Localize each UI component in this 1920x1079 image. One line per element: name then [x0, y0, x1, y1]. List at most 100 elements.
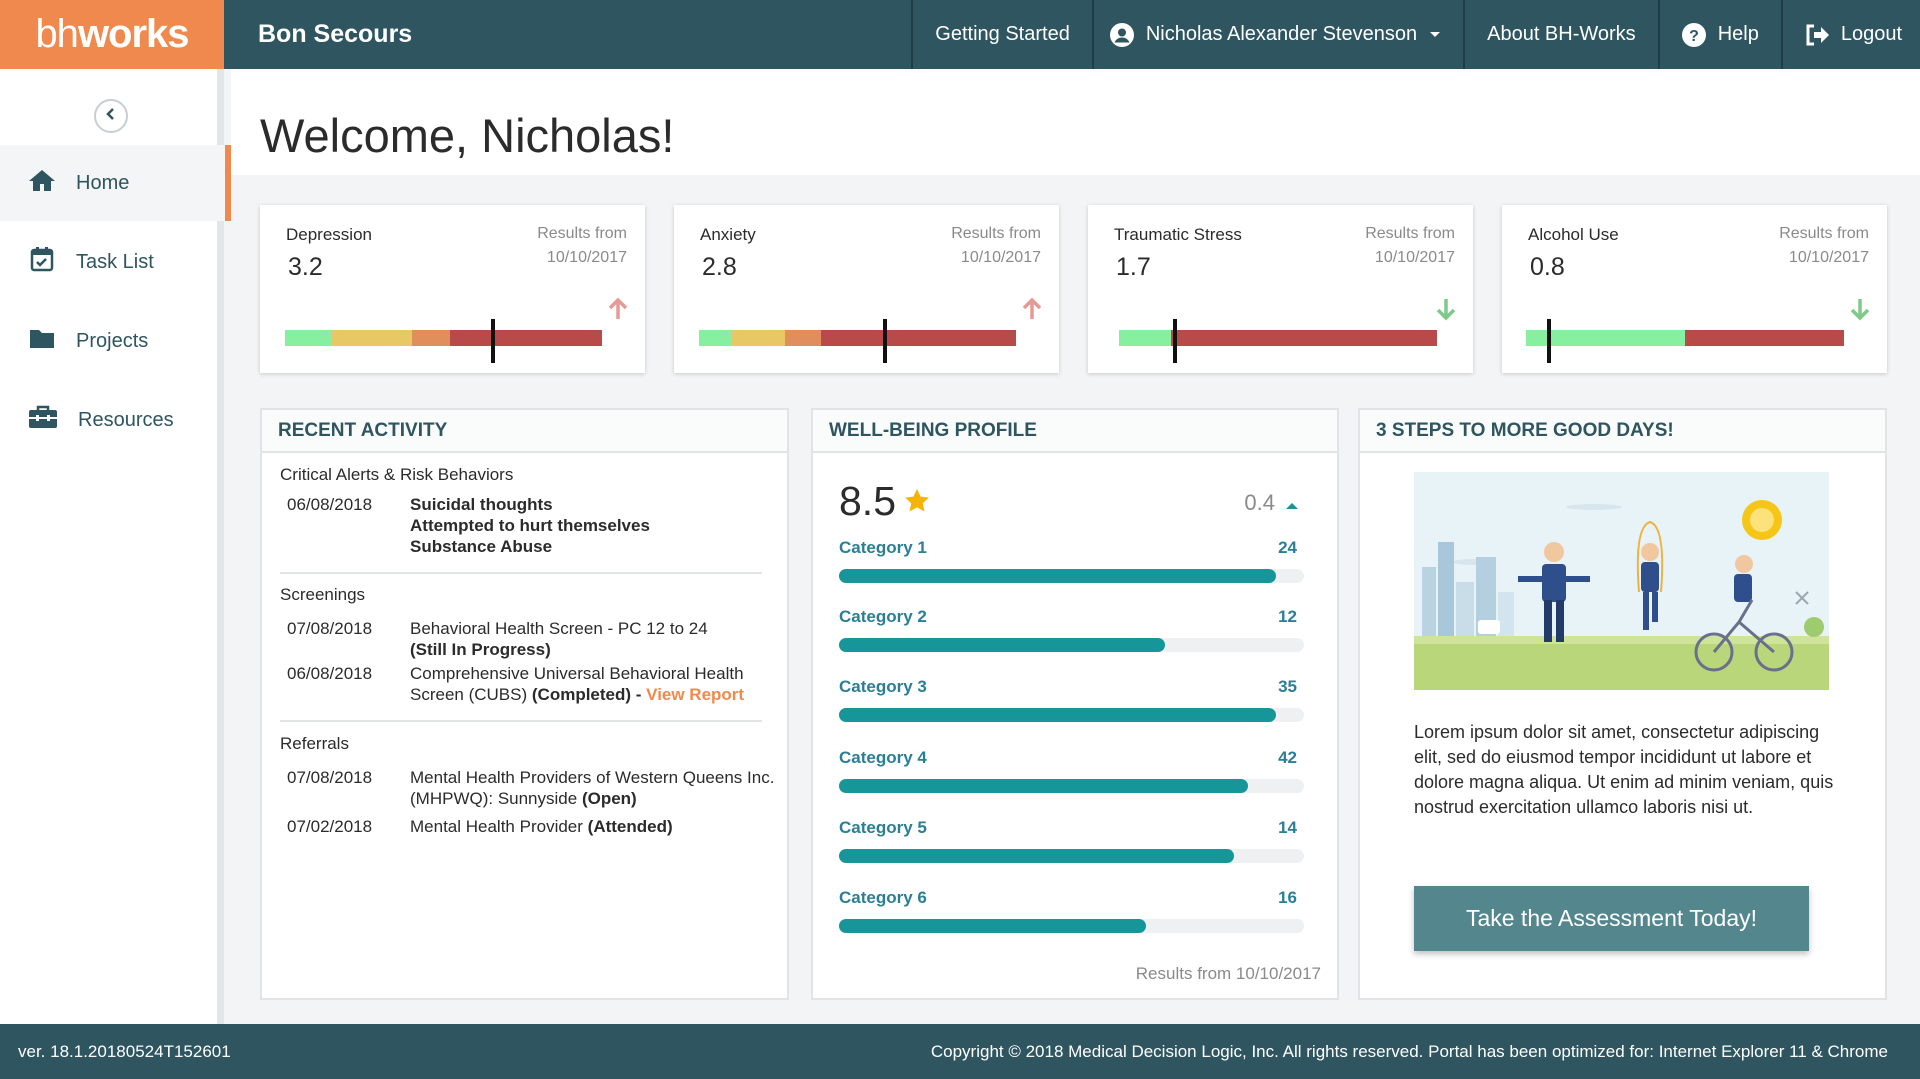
- score-marker: [1547, 319, 1551, 363]
- user-avatar-icon: [1109, 22, 1134, 47]
- category-bar-fill: [839, 919, 1146, 933]
- category-bar-fill: [839, 849, 1235, 863]
- getting-started-label: Getting Started: [935, 23, 1070, 45]
- calendar-check-icon: [28, 246, 56, 278]
- footer: ver. 18.1.20180524T152601 Copyright © 20…: [0, 1024, 1920, 1079]
- score-card-depression[interactable]: Depression 3.2 Results from 10/10/2017: [260, 205, 645, 373]
- steps-panel: 3 STEPS TO MORE GOOD DAYS! Lorem ipsum d…: [1358, 408, 1887, 1000]
- screening-details: Comprehensive Universal Behavioral Healt…: [410, 664, 745, 704]
- score-marker: [1173, 319, 1177, 363]
- sidebar-item-projects[interactable]: Projects: [0, 303, 224, 379]
- sidebar-item-task-list[interactable]: Task List: [0, 224, 224, 300]
- user-menu[interactable]: Nicholas Alexander Stevenson: [1091, 0, 1463, 69]
- alerts-heading: Critical Alerts & Risk Behaviors: [280, 465, 514, 484]
- panel-title: RECENT ACTIVITY: [262, 410, 787, 453]
- logout-link[interactable]: Logout: [1780, 0, 1920, 69]
- screening-date: 06/08/2018: [287, 664, 373, 683]
- welcome-heading: Welcome, Nicholas!: [260, 109, 675, 162]
- chevron-down-icon: [1429, 31, 1441, 39]
- section-divider: [280, 572, 762, 574]
- category-bar-fill: [839, 708, 1277, 722]
- category-bar-fill: [839, 779, 1249, 793]
- user-name: Nicholas Alexander Stevenson: [1145, 23, 1418, 45]
- recent-activity-panel: RECENT ACTIVITY Critical Alerts & Risk B…: [260, 408, 789, 1000]
- score-results-date: Results from 10/10/2017: [537, 225, 627, 266]
- score-marker: [883, 319, 887, 363]
- category-bar-track: [839, 779, 1304, 793]
- referral-details: Mental Health Providers of Western Queen…: [410, 768, 775, 808]
- score-value: 0.8: [1530, 253, 1565, 281]
- view-report-link[interactable]: View Report: [646, 685, 744, 704]
- score-card-alcohol-use[interactable]: Alcohol Use 0.8 Results from 10/10/2017: [1502, 205, 1887, 373]
- caret-up-icon: [1285, 490, 1299, 516]
- category-bar-track: [839, 638, 1304, 652]
- score-value: 1.7: [1116, 253, 1151, 281]
- alert-details: Suicidal thoughts Attempted to hurt them…: [410, 495, 650, 556]
- referral-details: Mental Health Provider (Attended): [410, 817, 673, 836]
- referral-date: 07/08/2018: [287, 768, 373, 787]
- sidebar-item-label: Task List: [76, 250, 154, 273]
- risk-scale-bar: [699, 330, 1016, 346]
- score-card-anxiety[interactable]: Anxiety 2.8 Results from 10/10/2017: [674, 205, 1059, 373]
- version-label: ver. 18.1.20180524T152601: [18, 1041, 231, 1061]
- category-row[interactable]: Category 3 35: [839, 677, 1304, 722]
- category-bar-fill: [839, 569, 1277, 583]
- panel-title: WELL-BEING PROFILE: [813, 410, 1337, 453]
- sidebar-item-resources[interactable]: Resources: [0, 382, 224, 458]
- trend-down-arrow-icon: [1435, 297, 1457, 326]
- trend-up-arrow-icon: [607, 297, 629, 326]
- category-row[interactable]: Category 2 12: [839, 607, 1304, 652]
- sidebar-item-label: Projects: [76, 329, 149, 352]
- score-results-date: Results from 10/10/2017: [951, 225, 1041, 266]
- logout-label: Logout: [1840, 23, 1902, 45]
- home-icon: [28, 168, 56, 198]
- toolbox-icon: [28, 404, 58, 436]
- category-row[interactable]: Category 5 14: [839, 818, 1304, 863]
- category-bar-track: [839, 849, 1304, 863]
- panel-title: 3 STEPS TO MORE GOOD DAYS!: [1360, 410, 1885, 453]
- category-bar-track: [839, 919, 1304, 933]
- section-divider: [280, 720, 762, 722]
- category-row[interactable]: Category 4 42: [839, 748, 1304, 793]
- sidebar: Home Task List Projects Resources: [0, 69, 231, 1024]
- score-name: Alcohol Use: [1528, 225, 1619, 244]
- trend-down-arrow-icon: [1849, 297, 1871, 326]
- category-bar-track: [839, 708, 1304, 722]
- about-label: About BH-Works: [1487, 23, 1636, 45]
- about-link[interactable]: About BH-Works: [1463, 0, 1658, 69]
- help-link[interactable]: ? Help: [1657, 0, 1781, 69]
- help-icon: ?: [1681, 22, 1706, 47]
- chevron-left-icon: [105, 107, 117, 126]
- logout-icon: [1805, 24, 1829, 46]
- getting-started-link[interactable]: Getting Started: [911, 0, 1092, 69]
- take-assessment-button[interactable]: Take the Assessment Today!: [1414, 886, 1809, 951]
- score-card-traumatic-stress[interactable]: Traumatic Stress 1.7 Results from 10/10/2…: [1088, 205, 1473, 373]
- star-icon: [904, 488, 930, 518]
- category-row[interactable]: Category 1 24: [839, 538, 1304, 583]
- screenings-heading: Screenings: [280, 585, 366, 604]
- wellbeing-score: 8.5: [839, 478, 896, 524]
- risk-scale-bar: [285, 330, 602, 346]
- sidebar-item-label: Resources: [78, 408, 174, 431]
- category-bar-track: [839, 569, 1304, 583]
- score-marker: [491, 319, 495, 363]
- screening-details: Behavioral Health Screen - PC 12 to 24 (…: [410, 619, 708, 659]
- sidebar-item-label: Home: [76, 171, 130, 194]
- sidebar-item-home[interactable]: Home: [0, 145, 231, 221]
- svg-text:?: ?: [1689, 28, 1699, 45]
- help-label: Help: [1717, 23, 1759, 45]
- copyright-label: Copyright © 2018 Medical Decision Logic,…: [930, 1041, 1888, 1061]
- score-name: Anxiety: [700, 225, 756, 244]
- risk-scale-bar: [1119, 330, 1437, 346]
- collapse-sidebar-button[interactable]: [94, 99, 128, 133]
- logo-text-light: bh: [35, 12, 78, 56]
- category-row[interactable]: Category 6 16: [839, 888, 1304, 933]
- score-name: Traumatic Stress: [1114, 225, 1242, 244]
- wellbeing-results-date: Results from 10/10/2017: [1135, 964, 1321, 983]
- logo-text-bold: works: [77, 12, 190, 56]
- top-navigation-bar: bh works Bon Secours Getting Started Nich…: [0, 0, 1920, 69]
- score-value: 2.8: [702, 253, 737, 281]
- score-results-date: Results from 10/10/2017: [1365, 225, 1455, 266]
- bhworks-logo[interactable]: bh works: [0, 0, 224, 69]
- steps-description: Lorem ipsum dolor sit amet, consectetur …: [1414, 722, 1834, 817]
